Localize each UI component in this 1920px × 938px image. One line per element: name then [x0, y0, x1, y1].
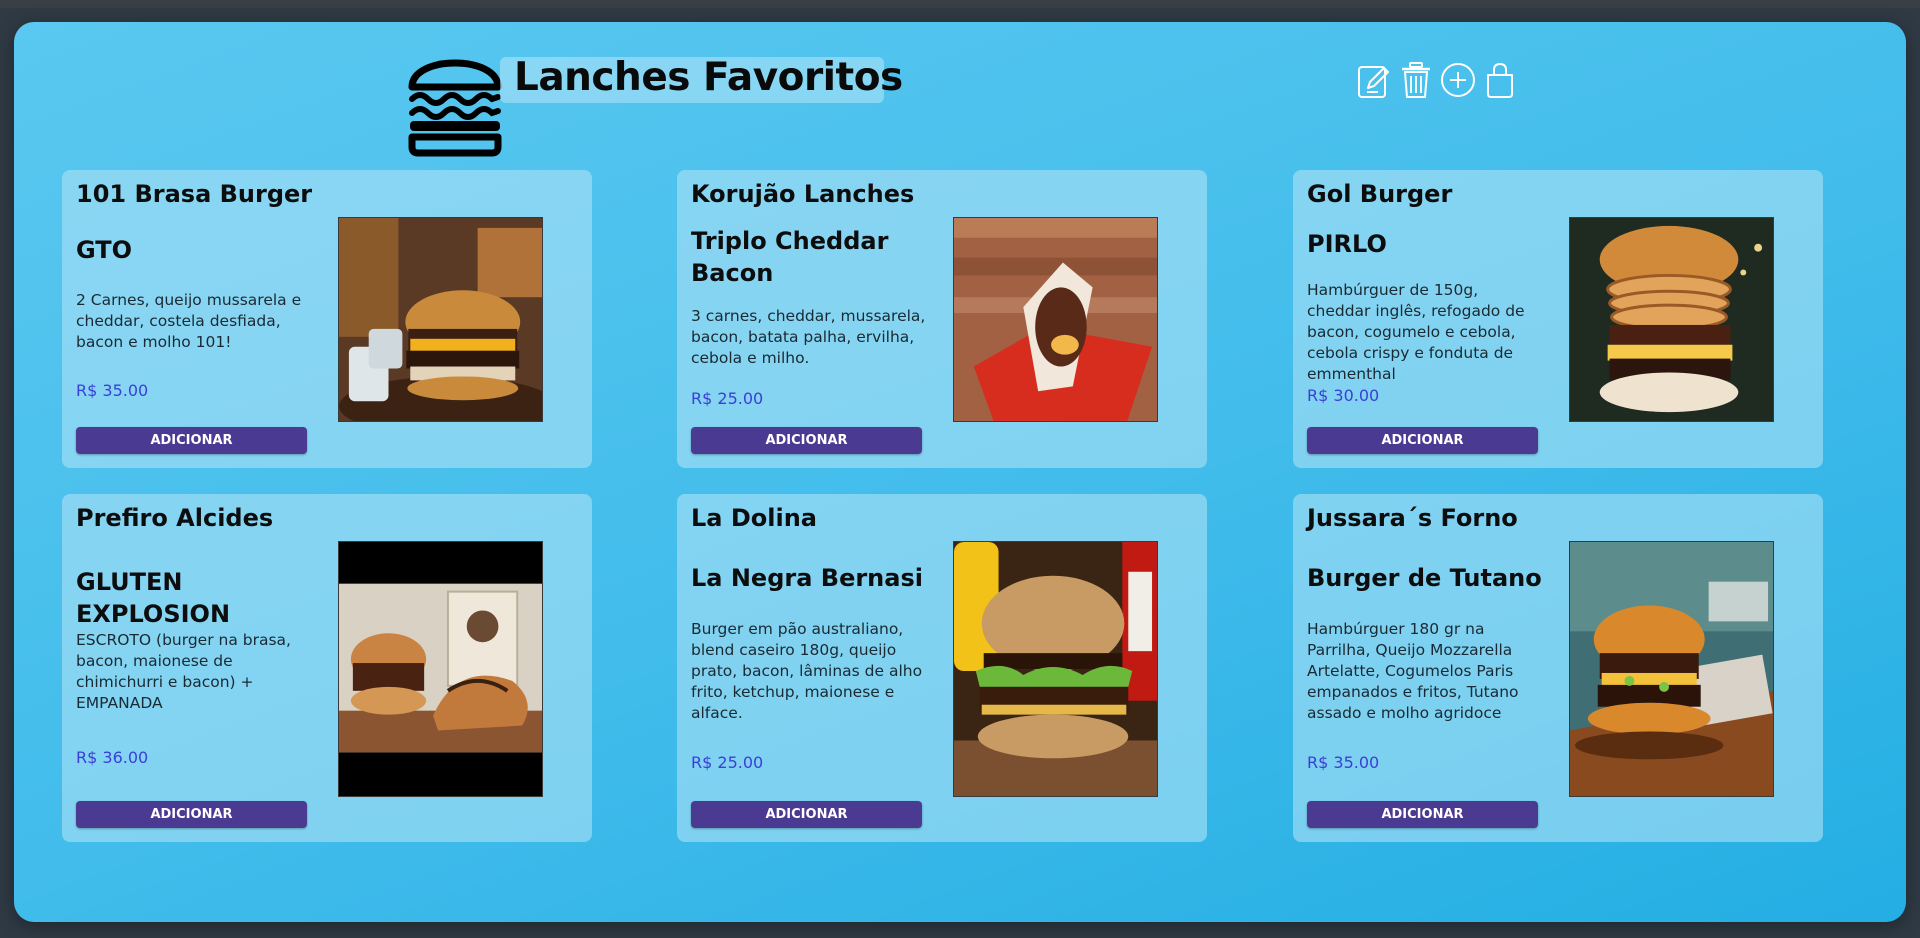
- dish-description: Hambúrguer 180 gr na Parrilha, Queijo Mo…: [1307, 620, 1519, 722]
- burger-photo: [338, 541, 543, 797]
- product-card: Prefiro Alcides GLUTEN EXPLOSION ESCROTO…: [62, 494, 592, 842]
- burger-icon: [406, 43, 504, 157]
- product-card: Gol Burger PIRLO Hambúrguer de 150g, che…: [1293, 170, 1823, 468]
- product-card: La Dolina La Negra Bernasi Burger em pão…: [677, 494, 1207, 842]
- dish-description: Burger em pão australiano, blend caseiro…: [691, 620, 923, 722]
- add-to-cart-button[interactable]: ADICIONAR: [76, 801, 307, 828]
- restaurant-name: La Dolina: [691, 504, 817, 532]
- burger-photo: [1569, 541, 1774, 797]
- dish-description: 3 carnes, cheddar, mussarela, bacon, bat…: [691, 307, 926, 367]
- page-title: Lanches Favoritos: [514, 55, 903, 100]
- dish-name: PIRLO: [1307, 230, 1387, 258]
- dish-description: ESCROTO (burger na brasa, bacon, maiones…: [76, 631, 291, 712]
- add-to-cart-button[interactable]: ADICIONAR: [691, 801, 922, 828]
- add-button[interactable]: [1440, 60, 1476, 100]
- dish-name: Burger de Tutano: [1307, 564, 1542, 592]
- title-box: Lanches Favoritos: [500, 55, 903, 103]
- dish-price: R$ 35.00: [76, 381, 149, 400]
- dish-price: R$ 30.00: [1307, 386, 1380, 405]
- trash-icon: [1402, 62, 1430, 98]
- add-circle-icon: [1441, 63, 1475, 97]
- add-to-cart-button[interactable]: ADICIONAR: [691, 427, 922, 454]
- dish-price: R$ 25.00: [691, 753, 764, 772]
- cart-button[interactable]: [1482, 60, 1518, 100]
- product-card: 101 Brasa Burger GTO 2 Carnes, queijo mu…: [62, 170, 592, 468]
- toolbar: [1356, 60, 1518, 100]
- restaurant-name: 101 Brasa Burger: [76, 180, 313, 208]
- dish-name: GTO: [76, 236, 133, 264]
- dish-description: Hambúrguer de 150g, cheddar inglês, refo…: [1307, 281, 1525, 383]
- burger-photo: [953, 217, 1158, 422]
- product-card: Jussara´s Forno Burger de Tutano Hambúrg…: [1293, 494, 1823, 842]
- burger-photo: [953, 541, 1158, 797]
- dish-name: Triplo Cheddar Bacon: [691, 227, 889, 287]
- add-to-cart-button[interactable]: ADICIONAR: [1307, 801, 1538, 828]
- burger-photo: [338, 217, 543, 422]
- dish-price: R$ 36.00: [76, 748, 149, 767]
- edit-button[interactable]: [1356, 60, 1392, 100]
- restaurant-name: Prefiro Alcides: [76, 504, 274, 532]
- restaurant-name: Jussara´s Forno: [1307, 504, 1518, 532]
- delete-button[interactable]: [1398, 60, 1434, 100]
- dish-name: GLUTEN EXPLOSION: [76, 568, 231, 628]
- add-to-cart-button[interactable]: ADICIONAR: [1307, 427, 1538, 454]
- shopping-bag-icon: [1487, 62, 1513, 98]
- burger-photo: [1569, 217, 1774, 422]
- edit-icon: [1358, 66, 1389, 98]
- dish-price: R$ 35.00: [1307, 753, 1380, 772]
- window-top-bar: [0, 0, 1920, 8]
- restaurant-name: Gol Burger: [1307, 180, 1453, 208]
- add-to-cart-button[interactable]: ADICIONAR: [76, 427, 307, 454]
- dish-price: R$ 25.00: [691, 389, 764, 408]
- product-card: Korujão Lanches Triplo Cheddar Bacon 3 c…: [677, 170, 1207, 468]
- restaurant-name: Korujão Lanches: [691, 180, 915, 208]
- dish-name: La Negra Bernasi: [691, 564, 923, 592]
- dish-description: 2 Carnes, queijo mussarela e cheddar, co…: [76, 291, 302, 351]
